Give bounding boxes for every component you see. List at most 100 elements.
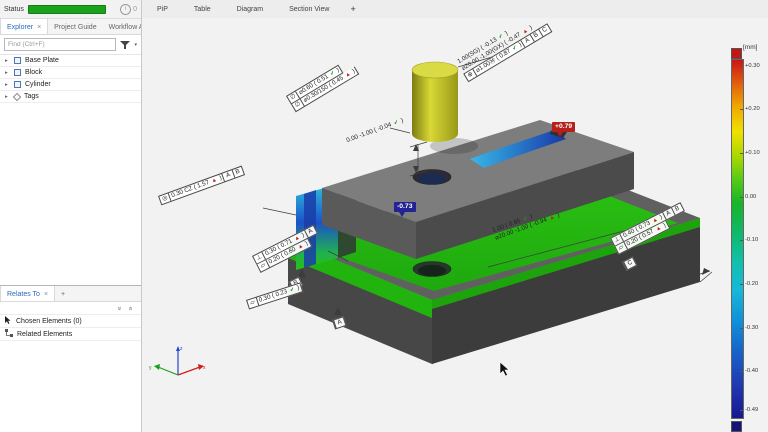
view-tab-strip: PiPTableDiagramSection View+ — [142, 0, 768, 19]
element-tree: ▸ Base Plate ▸ Block ▸ Cylinder ▸ Tags — [0, 55, 141, 103]
colorbar-tick-label: -0.40 — [745, 368, 758, 374]
notification-area[interactable]: i 0 — [120, 4, 137, 15]
expand-arrow-icon[interactable]: ▸ — [5, 70, 10, 76]
tab-relates-to[interactable]: Relates To × — [0, 286, 55, 301]
tab-label: Relates To — [7, 291, 40, 298]
axis-y-label: y — [149, 365, 152, 371]
colorbar-tick-label: +0.30 — [745, 63, 760, 69]
tree-item-tags[interactable]: ▸ Tags — [0, 91, 141, 103]
block-bore-shadow — [418, 174, 446, 185]
tab-project-guide[interactable]: Project Guide — [48, 19, 102, 34]
colorbar-tick-label: 0.00 — [745, 194, 756, 200]
elements-icon — [5, 329, 13, 339]
axis-x-label: x — [203, 365, 206, 371]
colorbar-tick-mark — [740, 109, 743, 110]
filter-dropdown-icon[interactable]: ▾ — [134, 42, 137, 48]
relates-list: Chosen Elements (0) Related Elements — [0, 315, 141, 341]
cylinder-top-face[interactable] — [412, 62, 458, 78]
info-count: 0 — [133, 6, 137, 13]
colorbar-tick-label: +0.10 — [745, 150, 760, 156]
viewport-3d[interactable]: z x y ∅⌀0.60 ( 0.51 ✔)∅⌀0.30/150 ( 0.45 … — [142, 18, 768, 432]
deviation-badge[interactable]: -0.73 — [394, 202, 416, 212]
close-icon[interactable]: × — [37, 24, 41, 31]
badge-pin — [399, 212, 405, 217]
tree-item-label: Cylinder — [25, 81, 51, 88]
colorbar-tick-label: -0.49 — [745, 407, 758, 413]
left-panel: Status i 0 Explorer × Project Guide Workflo… — [0, 0, 142, 432]
cylinder-mesh[interactable] — [412, 70, 458, 142]
colorbar-tick-mark — [740, 240, 743, 241]
status-progress-bar — [28, 5, 106, 14]
view-tab-diagram[interactable]: Diagram — [224, 3, 276, 16]
filter-icon[interactable] — [120, 40, 130, 50]
view-tab-table[interactable]: Table — [181, 3, 224, 16]
datum-ref: A — [304, 226, 317, 238]
colorbar-overflow-chip-bottom — [731, 421, 742, 432]
colorbar-tick-mark — [740, 197, 743, 198]
mouse-cursor-icon — [500, 362, 509, 376]
collapse-all-icon[interactable]: » — [128, 306, 135, 310]
relates-panel: Relates To × + » » Chosen Elements (0) Rela… — [0, 285, 141, 432]
main-area: PiPTableDiagramSection View+ — [142, 0, 768, 432]
part-icon — [14, 57, 21, 64]
view-tab-pip[interactable]: PiP — [144, 3, 181, 16]
colorbar-tick-label: -0.20 — [745, 281, 758, 287]
expand-arrow-icon[interactable]: ▸ — [5, 82, 10, 88]
find-row: ▾ — [0, 35, 141, 55]
deviation-colorbar: [mm] +0.30 +0.20 +0.10 0.00 -0.10 -0.20 -0.30 -… — [728, 44, 766, 432]
status-bar: Status i 0 — [0, 0, 141, 19]
colorbar-tick-label: -0.30 — [745, 325, 758, 331]
relates-tab-strip: Relates To × + — [0, 286, 141, 302]
datum-ref: B — [671, 204, 684, 216]
expand-arrow-icon[interactable]: ▸ — [5, 58, 10, 64]
search-input[interactable] — [4, 38, 116, 51]
colorbar-tick-mark — [740, 371, 743, 372]
tree-item-block[interactable]: ▸ Block — [0, 67, 141, 79]
colorbar-tick-mark — [740, 328, 743, 329]
relates-item-label: Chosen Elements (0) — [16, 318, 82, 325]
tab-explorer[interactable]: Explorer × — [0, 19, 48, 34]
explorer-tab-strip: Explorer × Project Guide Workflow Ass — [0, 19, 141, 35]
axis-z-label: z — [180, 346, 183, 352]
colorbar-overflow-chip-top — [731, 48, 742, 59]
colorbar-unit-label: [mm] — [743, 44, 757, 51]
tag-icon — [13, 92, 21, 100]
tree-item-label: Tags — [24, 93, 39, 100]
colorbar-tick-mark — [740, 153, 743, 154]
tree-item-label: Base Plate — [25, 57, 59, 64]
view-tab-section-view[interactable]: Section View — [276, 3, 342, 16]
colorbar-tick-mark — [740, 410, 743, 411]
expand-arrow-icon[interactable]: ▸ — [5, 94, 10, 100]
tab-label: Explorer — [7, 24, 33, 31]
deviation-badge[interactable]: +0.79 — [552, 122, 575, 132]
relates-item-label: Related Elements — [17, 331, 72, 338]
relates-item-related-elements[interactable]: Related Elements — [0, 328, 141, 341]
relates-item-chosen-elements-0[interactable]: Chosen Elements (0) — [0, 315, 141, 328]
tab-label: Project Guide — [54, 24, 96, 31]
tree-item-cylinder[interactable]: ▸ Cylinder — [0, 79, 141, 91]
part-icon — [14, 69, 21, 76]
part-icon — [14, 81, 21, 88]
axis-triad: z x y — [149, 346, 206, 375]
add-relates-tab-button[interactable]: + — [55, 286, 71, 301]
tab-workflow-ass[interactable]: Workflow Ass — [103, 19, 141, 34]
base-bore-shadow — [418, 265, 446, 276]
tree-item-label: Block — [25, 69, 42, 76]
cursor-icon — [5, 316, 12, 326]
value-text: ) — [295, 284, 302, 293]
badge-pin — [557, 132, 563, 137]
close-icon[interactable]: × — [44, 291, 48, 298]
relates-toolbar: » » — [0, 302, 141, 315]
datum-ref: A — [333, 318, 345, 329]
info-icon: i — [120, 4, 131, 15]
expand-all-icon[interactable]: » — [116, 306, 123, 310]
colorbar-tick-mark — [740, 284, 743, 285]
colorbar-tick-mark — [740, 66, 743, 67]
tab-label: Workflow Ass — [109, 24, 141, 31]
status-label: Status — [4, 6, 24, 13]
colorbar-gradient[interactable] — [731, 59, 744, 419]
colorbar-tick-label: +0.20 — [745, 106, 760, 112]
tree-item-base-plate[interactable]: ▸ Base Plate — [0, 55, 141, 67]
add-view-tab-button[interactable]: + — [342, 3, 363, 15]
colorbar-tick-label: -0.10 — [745, 237, 758, 243]
